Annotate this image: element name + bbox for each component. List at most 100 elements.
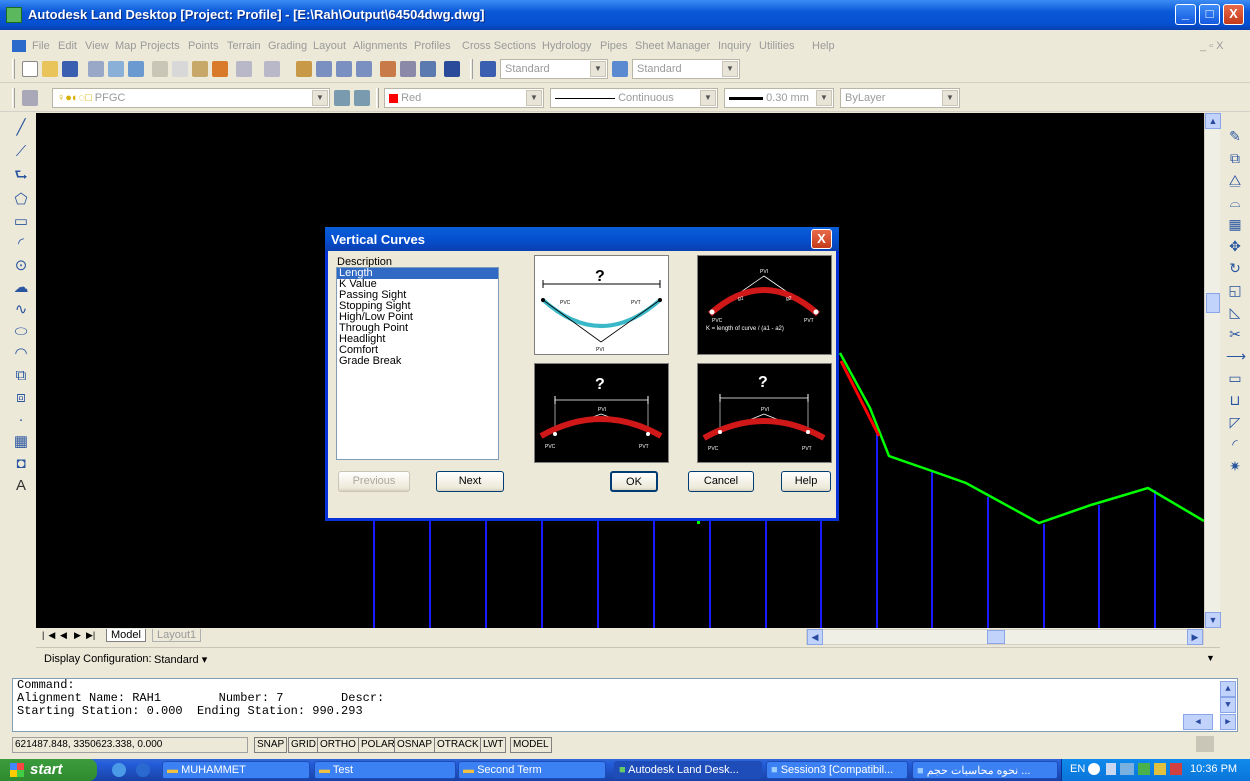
array-icon[interactable]: ▦ xyxy=(1226,215,1244,233)
tab-layout1[interactable]: Layout1 xyxy=(152,629,202,642)
polar-toggle[interactable]: POLAR xyxy=(358,737,398,753)
paste-icon[interactable] xyxy=(192,61,208,77)
fillet-icon[interactable]: ◜ xyxy=(1226,435,1244,453)
menu-pipes[interactable]: Pipes xyxy=(600,40,628,52)
menu-layout[interactable]: Layout xyxy=(313,40,346,52)
tab-nav-next[interactable]: ▶ xyxy=(74,630,81,641)
new-icon[interactable] xyxy=(22,61,38,77)
tray-settings-icon[interactable] xyxy=(1196,736,1214,752)
scroll-left-icon[interactable]: ◀ xyxy=(1183,714,1213,730)
menu-hydrology[interactable]: Hydrology xyxy=(542,40,592,52)
chevron-down-icon[interactable]: ▼ xyxy=(942,90,958,106)
layer-previous-icon[interactable] xyxy=(354,90,370,106)
chevron-down-icon[interactable]: ▼ xyxy=(816,90,832,106)
help-icon[interactable] xyxy=(444,61,460,77)
toolbar-grip[interactable] xyxy=(12,59,15,79)
lwt-toggle[interactable]: LWT xyxy=(480,737,507,753)
chevron-down-icon[interactable]: ▼ xyxy=(1206,653,1215,663)
tray-app-icon[interactable] xyxy=(1170,763,1182,775)
scroll-left-icon[interactable]: ◀ xyxy=(807,629,823,645)
menu-grading[interactable]: Grading xyxy=(268,40,307,52)
design-center-icon[interactable] xyxy=(400,61,416,77)
ie-quicklaunch-icon[interactable] xyxy=(112,763,126,777)
menu-cross-sections[interactable]: Cross Sections xyxy=(462,40,536,52)
mirror-icon[interactable]: ⧋ xyxy=(1226,171,1244,189)
match-properties-icon[interactable] xyxy=(212,61,228,77)
ellipse-arc-icon[interactable]: ◠ xyxy=(12,345,30,363)
break-icon[interactable]: ▭ xyxy=(1226,369,1244,387)
taskbar-item-session3[interactable]: ■ Session3 [Compatibil... xyxy=(766,761,908,779)
text-style-combo[interactable]: Standard ▼ xyxy=(500,59,608,79)
region-icon[interactable]: ◘ xyxy=(12,455,30,473)
open-icon[interactable] xyxy=(42,61,58,77)
taskbar-item-test[interactable]: ▬ Test xyxy=(314,761,456,779)
tab-nav-first[interactable]: |◀ xyxy=(42,630,59,641)
copy-object-icon[interactable]: ⧉ xyxy=(1226,149,1244,167)
taskbar-item-muhammet[interactable]: ▬ MUHAMMET xyxy=(162,761,310,779)
scroll-up-icon[interactable]: ▲ xyxy=(1205,113,1221,129)
taskbar-item-arabic-doc[interactable]: ■ نحوه محاسبات حجم ... xyxy=(912,761,1058,779)
layer-manager-icon[interactable] xyxy=(22,90,38,106)
menu-utilities[interactable]: Utilities xyxy=(759,40,794,52)
scroll-down-icon[interactable]: ▼ xyxy=(1205,612,1221,628)
insert-block-icon[interactable]: ⧉ xyxy=(12,367,30,385)
ortho-toggle[interactable]: ORTHO xyxy=(317,737,359,753)
close-button[interactable]: X xyxy=(1223,4,1244,25)
ellipse-icon[interactable]: ⬭ xyxy=(12,323,30,341)
scroll-up-icon[interactable]: ▲ xyxy=(1220,681,1236,697)
model-toggle[interactable]: MODEL xyxy=(510,737,552,753)
language-indicator[interactable]: EN xyxy=(1070,763,1085,775)
tab-nav-last[interactable]: ▶| xyxy=(86,630,95,641)
taskbar-item-autodesk[interactable]: ■ Autodesk Land Desk... xyxy=(614,761,762,779)
copy-icon[interactable] xyxy=(172,61,188,77)
osnap-toggle[interactable]: OSNAP xyxy=(394,737,436,753)
join-icon[interactable]: ⊔ xyxy=(1226,391,1244,409)
next-button[interactable]: Next xyxy=(436,471,504,492)
tool-palettes-icon[interactable] xyxy=(420,61,436,77)
toolbar-grip[interactable] xyxy=(470,59,473,79)
menu-alignments[interactable]: Alignments xyxy=(353,40,407,52)
menu-inquiry[interactable]: Inquiry xyxy=(718,40,751,52)
print-icon[interactable] xyxy=(88,61,104,77)
multiline-text-icon[interactable]: A xyxy=(12,477,30,495)
menu-points[interactable]: Points xyxy=(188,40,219,52)
otrack-toggle[interactable]: OTRACK xyxy=(434,737,482,753)
cut-icon[interactable] xyxy=(152,61,168,77)
list-item[interactable]: Grade Break xyxy=(337,356,498,367)
make-layer-current-icon[interactable] xyxy=(334,90,350,106)
polygon-icon[interactable]: ⬠ xyxy=(12,191,30,209)
menu-profiles[interactable]: Profiles xyxy=(414,40,451,52)
menu-edit[interactable]: Edit xyxy=(58,40,77,52)
pan-icon[interactable] xyxy=(296,61,312,77)
explode-icon[interactable]: ✷ xyxy=(1226,457,1244,475)
zoom-window-icon[interactable] xyxy=(336,61,352,77)
horizontal-scrollbar[interactable]: ◀ ▶ xyxy=(806,629,1204,645)
undo-icon[interactable] xyxy=(236,61,252,77)
scroll-right-icon[interactable]: ▶ xyxy=(1220,714,1236,730)
menu-view[interactable]: View xyxy=(85,40,109,52)
plotstyle-combo[interactable]: ByLayer ▼ xyxy=(840,88,960,108)
construction-line-icon[interactable]: ⟋ xyxy=(12,143,30,161)
taskbar-item-second-term[interactable]: ▬ Second Term xyxy=(458,761,606,779)
menu-file[interactable]: File xyxy=(32,40,50,52)
cancel-button[interactable]: Cancel xyxy=(688,471,754,492)
snap-toggle[interactable]: SNAP xyxy=(254,737,288,753)
ok-button[interactable]: OK xyxy=(610,471,658,492)
linetype-combo[interactable]: Continuous ▼ xyxy=(550,88,718,108)
publish-icon[interactable] xyxy=(128,61,144,77)
chevron-down-icon[interactable]: ▼ xyxy=(722,61,738,77)
tab-model[interactable]: Model xyxy=(106,629,146,642)
stretch-icon[interactable]: ◺ xyxy=(1226,303,1244,321)
display-configuration-select[interactable]: Standard ▾ xyxy=(154,653,207,666)
menu-help[interactable]: Help xyxy=(812,40,835,52)
point-icon[interactable]: · xyxy=(12,411,30,429)
menu-map[interactable]: Map xyxy=(115,40,136,52)
properties-icon[interactable] xyxy=(380,61,396,77)
scroll-thumb[interactable] xyxy=(987,630,1005,644)
arc-icon[interactable]: ◜ xyxy=(12,235,30,253)
spline-icon[interactable]: ∿ xyxy=(12,301,30,319)
chamfer-icon[interactable]: ◸ xyxy=(1226,413,1244,431)
layer-combo[interactable]: ♀●◐◌□ PFGC ▼ xyxy=(52,88,330,108)
chevron-down-icon[interactable]: ▼ xyxy=(312,90,328,106)
speaker-icon[interactable] xyxy=(1120,763,1134,775)
